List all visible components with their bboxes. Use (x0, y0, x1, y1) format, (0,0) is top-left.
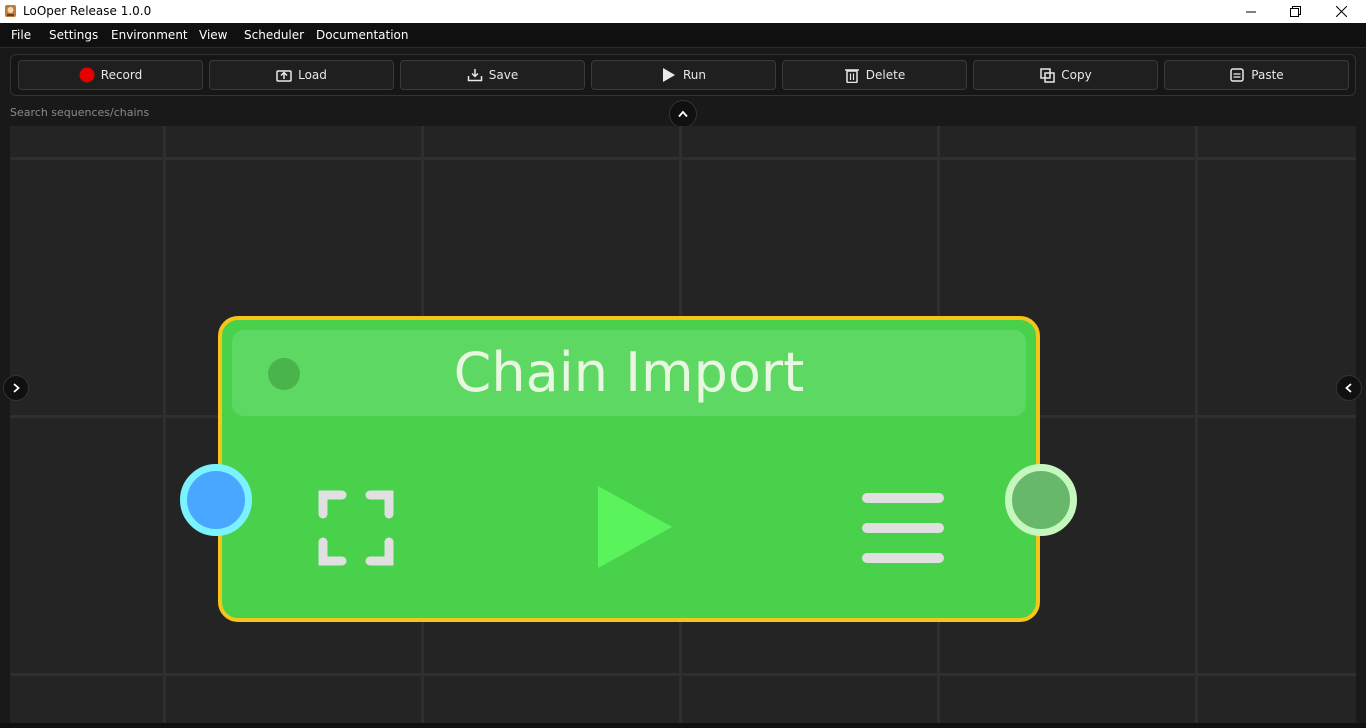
copy-icon (1039, 67, 1055, 83)
minimize-button[interactable] (1228, 0, 1274, 23)
paste-label: Paste (1251, 68, 1284, 82)
open-left-panel-button[interactable] (3, 375, 29, 401)
trash-icon (844, 67, 860, 83)
copy-label: Copy (1061, 68, 1092, 82)
delete-button[interactable]: Delete (782, 60, 967, 90)
open-right-panel-button[interactable] (1336, 375, 1362, 401)
delete-label: Delete (865, 68, 906, 82)
bottom-border (0, 723, 1366, 728)
menu-view[interactable]: View (199, 28, 227, 42)
menu-bar: File Settings Environment View Scheduler… (0, 23, 1366, 48)
collapse-toolbar-button[interactable] (669, 100, 697, 128)
chevron-left-icon (1345, 383, 1352, 393)
restore-button[interactable] (1272, 0, 1318, 23)
load-label: Load (298, 68, 327, 82)
save-icon (467, 67, 483, 83)
menu-settings[interactable]: Settings (49, 28, 98, 42)
window-title: LoOper Release 1.0.0 (23, 4, 152, 18)
chevron-up-icon (678, 110, 688, 118)
save-button[interactable]: Save (400, 60, 585, 90)
output-port[interactable] (1005, 464, 1077, 536)
grid-line (163, 126, 166, 723)
expand-icon[interactable] (318, 490, 394, 566)
menu-icon[interactable] (861, 490, 945, 566)
search-input[interactable] (10, 103, 610, 121)
node-status-indicator (268, 358, 300, 390)
run-label: Run (682, 68, 706, 82)
title-bar: LoOper Release 1.0.0 (0, 0, 1366, 23)
grid-line (10, 673, 1356, 676)
grid-line (1195, 126, 1198, 723)
menu-environment[interactable]: Environment (111, 28, 188, 42)
menu-scheduler[interactable]: Scheduler (244, 28, 304, 42)
app-icon (5, 5, 16, 17)
node-title: Chain Import (453, 341, 805, 404)
node-header[interactable]: Chain Import (232, 330, 1026, 416)
input-port[interactable] (180, 464, 252, 536)
play-icon (661, 67, 677, 83)
load-button[interactable]: Load (209, 60, 394, 90)
play-icon[interactable] (598, 486, 674, 572)
restore-icon (1289, 6, 1301, 17)
close-icon (1335, 6, 1347, 17)
load-icon (276, 67, 292, 83)
grid-line (10, 157, 1356, 160)
paste-icon (1229, 67, 1245, 83)
record-button[interactable]: Record (18, 60, 203, 90)
record-icon (79, 67, 95, 83)
minimize-icon (1246, 11, 1256, 12)
menu-file[interactable]: File (11, 28, 31, 42)
record-label: Record (100, 68, 143, 82)
chain-node[interactable]: Chain Import (218, 316, 1040, 622)
paste-button[interactable]: Paste (1164, 60, 1349, 90)
chevron-right-icon (13, 383, 20, 393)
copy-button[interactable]: Copy (973, 60, 1158, 90)
run-button[interactable]: Run (591, 60, 776, 90)
save-label: Save (488, 68, 519, 82)
menu-documentation[interactable]: Documentation (316, 28, 409, 42)
toolbar: Record Load Save Run Delete Copy Paste (10, 54, 1356, 96)
close-button[interactable] (1318, 0, 1364, 23)
